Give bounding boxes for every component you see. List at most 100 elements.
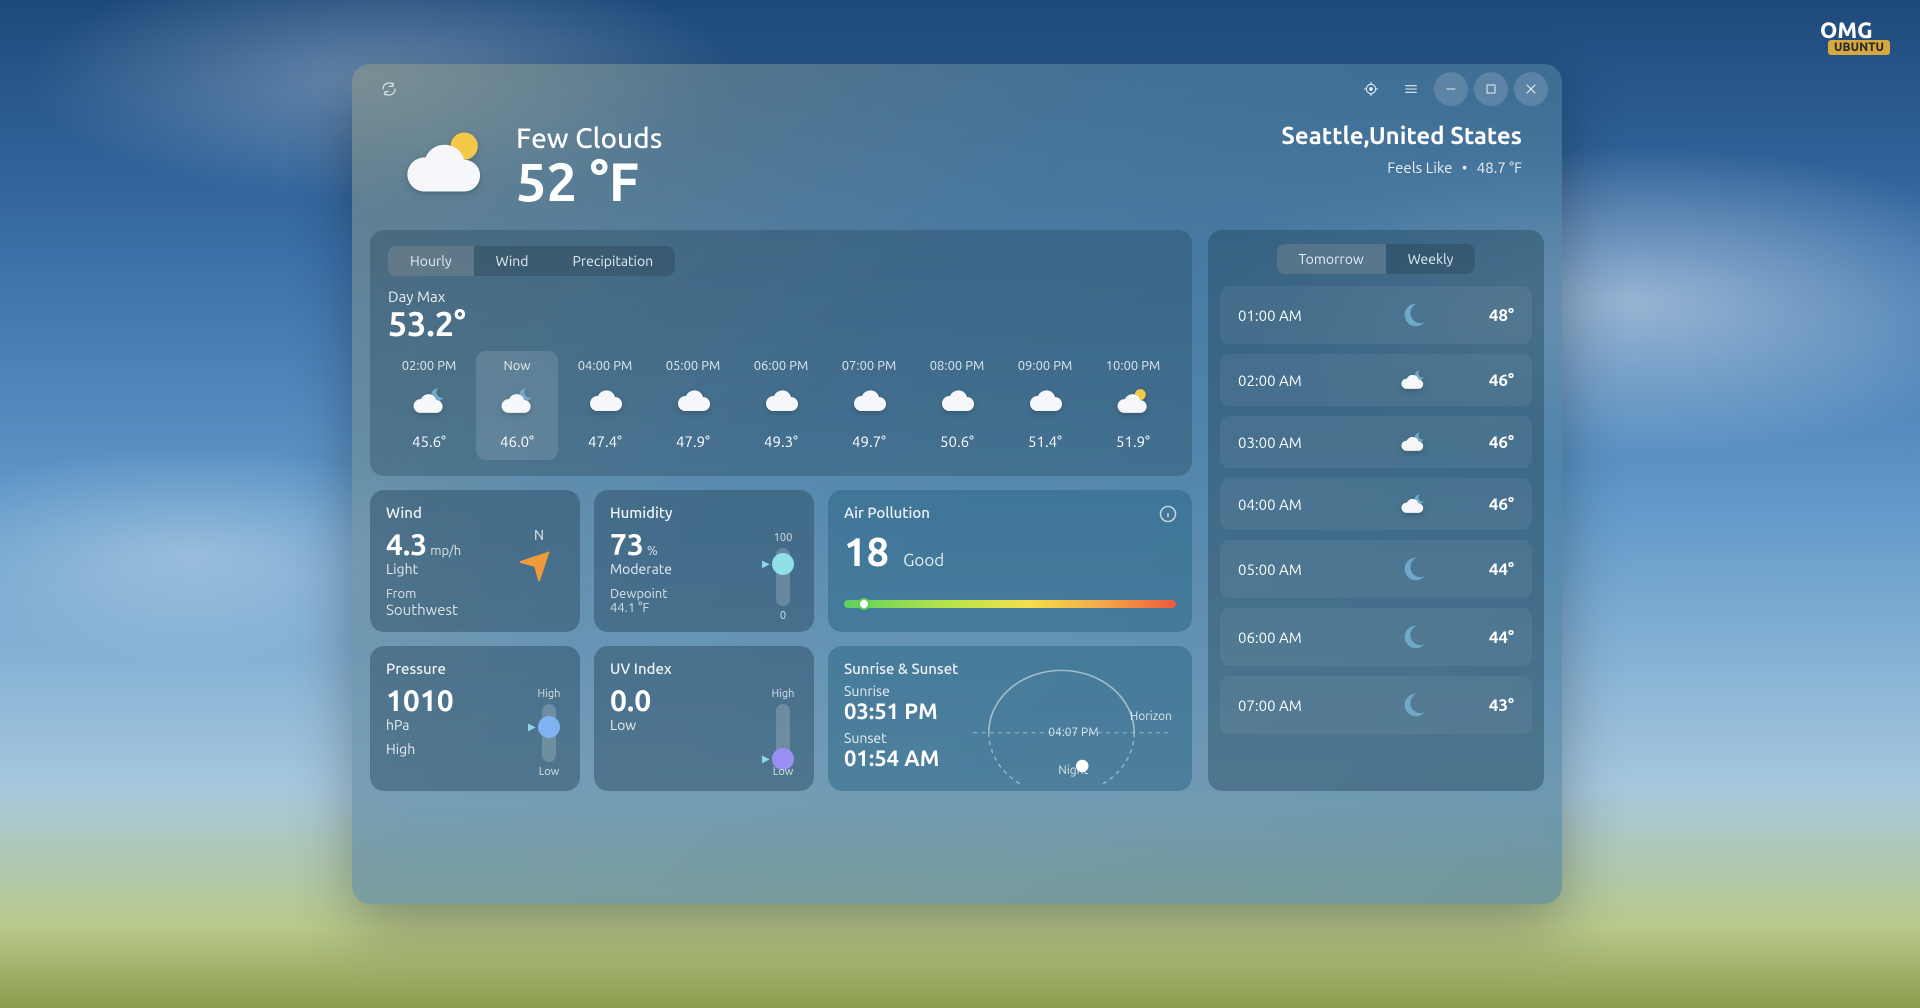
weather-window: Few Clouds 52 °F Seattle,United States F… bbox=[352, 64, 1562, 904]
titlebar bbox=[352, 64, 1562, 114]
locate-button[interactable] bbox=[1354, 72, 1388, 106]
wind-arrow-icon bbox=[520, 543, 558, 581]
tomorrow-row[interactable]: 03:00 AM 46° bbox=[1220, 416, 1532, 468]
info-icon[interactable] bbox=[1158, 504, 1178, 524]
wind-dir-label: N bbox=[520, 527, 558, 543]
hourly-item[interactable]: 02:00 PM 45.6° bbox=[388, 351, 470, 460]
tomorrow-row[interactable]: 04:00 AM 46° bbox=[1220, 478, 1532, 530]
tomorrow-temp: 44° bbox=[1489, 560, 1514, 579]
tab-hourly[interactable]: Hourly bbox=[388, 246, 474, 276]
hourly-row: 02:00 PM 45.6°Now 46.0°04:00 PM 47.4°05:… bbox=[388, 351, 1174, 460]
temperature-text: 52 °F bbox=[516, 154, 662, 211]
tab-weekly[interactable]: Weekly bbox=[1386, 244, 1476, 274]
tomorrow-row[interactable]: 05:00 AM 44° bbox=[1220, 540, 1532, 598]
hourly-time: 04:00 PM bbox=[568, 359, 642, 373]
pressure-gauge: High ▶ Low bbox=[534, 688, 564, 778]
hourly-icon bbox=[480, 381, 554, 421]
hourly-icon bbox=[392, 381, 466, 421]
hourly-item[interactable]: Now 46.0° bbox=[476, 351, 558, 460]
menu-button[interactable] bbox=[1394, 72, 1428, 106]
hourly-item[interactable]: 06:00 PM 49.3° bbox=[740, 351, 822, 460]
tomorrow-temp: 46° bbox=[1489, 495, 1514, 514]
humidity-card: Humidity 73% Moderate Dewpoint44.1 °F 10… bbox=[594, 490, 814, 632]
tomorrow-time: 04:00 AM bbox=[1238, 496, 1338, 513]
wind-desc: Light bbox=[386, 561, 461, 577]
tomorrow-time: 02:00 AM bbox=[1238, 372, 1338, 389]
condition-icon bbox=[396, 122, 496, 212]
tomorrow-row[interactable]: 01:00 AM 48° bbox=[1220, 286, 1532, 344]
tomorrow-row[interactable]: 07:00 AM 43° bbox=[1220, 676, 1532, 734]
omg-ubuntu-watermark: OMGUBUNTU bbox=[1820, 18, 1890, 58]
hourly-icon bbox=[568, 381, 642, 421]
air-quality-bar bbox=[844, 600, 1176, 608]
hourly-time: 06:00 PM bbox=[744, 359, 818, 373]
air-pollution-card: Air Pollution 18 Good bbox=[828, 490, 1192, 632]
tomorrow-icon bbox=[1338, 300, 1489, 330]
hamburger-icon bbox=[1403, 81, 1419, 97]
sunrise-value: 03:51 PM bbox=[844, 699, 958, 724]
tomorrow-time: 06:00 AM bbox=[1238, 629, 1338, 646]
hourly-time: 02:00 PM bbox=[392, 359, 466, 373]
tomorrow-icon bbox=[1338, 430, 1489, 454]
humidity-title: Humidity bbox=[610, 504, 798, 521]
hourly-item[interactable]: 09:00 PM 51.4° bbox=[1004, 351, 1086, 460]
close-button[interactable] bbox=[1514, 72, 1548, 106]
sunrise-sunset-card: Sunrise & Sunset Sunrise 03:51 PM Sunset… bbox=[828, 646, 1192, 791]
hourly-time: 07:00 PM bbox=[832, 359, 906, 373]
maximize-icon bbox=[1483, 81, 1499, 97]
tomorrow-time: 05:00 AM bbox=[1238, 561, 1338, 578]
target-icon bbox=[1363, 81, 1379, 97]
uv-title: UV Index bbox=[610, 660, 798, 677]
hourly-time: 09:00 PM bbox=[1008, 359, 1082, 373]
maximize-button[interactable] bbox=[1474, 72, 1508, 106]
air-desc: Good bbox=[903, 551, 944, 570]
hourly-item[interactable]: 10:00 PM 51.9° bbox=[1092, 351, 1174, 460]
hourly-temp: 49.7° bbox=[832, 433, 906, 450]
tomorrow-icon bbox=[1338, 622, 1489, 652]
hourly-time: 05:00 PM bbox=[656, 359, 730, 373]
hourly-icon bbox=[1096, 381, 1170, 421]
tomorrow-row[interactable]: 02:00 AM 46° bbox=[1220, 354, 1532, 406]
tomorrow-panel: TomorrowWeekly 01:00 AM 48°02:00 AM 46°0… bbox=[1208, 230, 1544, 791]
hourly-time: 10:00 PM bbox=[1096, 359, 1170, 373]
hourly-temp: 50.6° bbox=[920, 433, 994, 450]
tomorrow-row[interactable]: 06:00 AM 44° bbox=[1220, 608, 1532, 666]
tomorrow-time: 07:00 AM bbox=[1238, 697, 1338, 714]
tab-wind[interactable]: Wind bbox=[474, 246, 551, 276]
pressure-title: Pressure bbox=[386, 660, 564, 677]
hourly-panel: HourlyWindPrecipitation Day Max 53.2° 02… bbox=[370, 230, 1192, 476]
hourly-item[interactable]: 04:00 PM 47.4° bbox=[564, 351, 646, 460]
tomorrow-icon bbox=[1338, 690, 1489, 720]
hourly-icon bbox=[1008, 381, 1082, 421]
refresh-button[interactable] bbox=[372, 72, 406, 106]
hourly-temp: 47.9° bbox=[656, 433, 730, 450]
condition-text: Few Clouds bbox=[516, 123, 662, 154]
tomorrow-temp: 46° bbox=[1489, 433, 1514, 452]
hourly-temp: 49.3° bbox=[744, 433, 818, 450]
hourly-icon bbox=[656, 381, 730, 421]
humidity-gauge: 100 ▶ 0 bbox=[768, 532, 798, 622]
sun-title: Sunrise & Sunset bbox=[844, 660, 958, 677]
tomorrow-icon bbox=[1338, 554, 1489, 584]
hourly-temp: 51.9° bbox=[1096, 433, 1170, 450]
tomorrow-temp: 46° bbox=[1489, 371, 1514, 390]
hourly-temp: 45.6° bbox=[392, 433, 466, 450]
wind-title: Wind bbox=[386, 504, 564, 521]
tab-precipitation[interactable]: Precipitation bbox=[550, 246, 675, 276]
wind-value: 4.3 bbox=[386, 527, 427, 561]
close-icon bbox=[1523, 81, 1539, 97]
hourly-temp: 51.4° bbox=[1008, 433, 1082, 450]
tomorrow-icon bbox=[1338, 492, 1489, 516]
air-value: 18 bbox=[844, 529, 889, 574]
tab-tomorrow[interactable]: Tomorrow bbox=[1277, 244, 1386, 274]
minimize-button[interactable] bbox=[1434, 72, 1468, 106]
humidity-value: 73 bbox=[610, 527, 644, 561]
location-text: Seattle,United States bbox=[1281, 122, 1522, 149]
hourly-item[interactable]: 05:00 PM 47.9° bbox=[652, 351, 734, 460]
minimize-icon bbox=[1443, 81, 1459, 97]
pressure-card: Pressure 1010 hPa High High ▶ Low bbox=[370, 646, 580, 791]
hourly-item[interactable]: 07:00 PM 49.7° bbox=[828, 351, 910, 460]
tomorrow-time: 03:00 AM bbox=[1238, 434, 1338, 451]
wind-from: FromSouthwest bbox=[386, 587, 461, 618]
hourly-item[interactable]: 08:00 PM 50.6° bbox=[916, 351, 998, 460]
